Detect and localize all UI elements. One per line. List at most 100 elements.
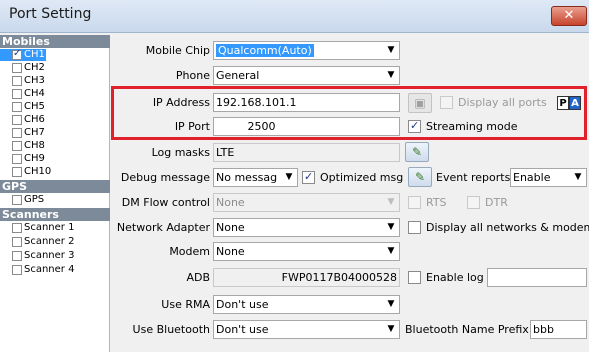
rts-label: RTS (426, 196, 447, 209)
adb-label: ADB (186, 271, 210, 284)
sidebar-item-label: CH7 (24, 127, 45, 138)
rts-checkbox[interactable] (408, 196, 421, 209)
ip-port-label: IP Port (174, 120, 210, 133)
network-adapter-value: None (216, 221, 245, 234)
sidebar-item-ch7[interactable]: CH7 (0, 127, 110, 139)
ip-address-label: IP Address (152, 96, 210, 109)
phone-select[interactable]: General ▼ (213, 66, 400, 85)
ch7-checkbox[interactable] (12, 128, 22, 138)
dm-flow-control-label: DM Flow control (121, 196, 210, 209)
mobile-chip-select[interactable]: Qualcomm(Auto) ▼ (213, 41, 400, 60)
bluetooth-name-prefix-label: Bluetooth Name Prefix (405, 323, 529, 336)
dtr-checkbox[interactable] (467, 196, 480, 209)
chevron-down-icon: ▼ (574, 172, 582, 182)
ch4-checkbox[interactable] (12, 89, 22, 99)
sidebar-item-label: CH5 (24, 101, 45, 112)
use-bluetooth-select[interactable]: Don't use ▼ (213, 320, 400, 339)
display-all-networks-checkbox[interactable] (408, 221, 421, 234)
port-list-sidebar: Mobiles CH1 CH2 CH3 CH4 CH5 CH6 CH7 CH8 … (0, 35, 110, 352)
event-reports-edit-button[interactable]: ✎ (408, 167, 432, 187)
modem-select[interactable]: None ▼ (213, 242, 400, 261)
group-header-mobiles: Mobiles (0, 35, 110, 48)
debug-message-label: Debug message (120, 171, 210, 184)
sidebar-item-ch2[interactable]: CH2 (0, 62, 110, 74)
port-mode-badge: PA (557, 96, 581, 110)
sidebar-item-label: CH9 (24, 153, 45, 164)
log-masks-edit-button[interactable]: ✎ (405, 142, 429, 162)
modem-label: Modem (169, 245, 210, 258)
sidebar-item-scanner-2[interactable]: Scanner 2 (0, 236, 110, 248)
sidebar-item-label: Scanner 4 (24, 264, 75, 275)
sidebar-item-label: Scanner 1 (24, 222, 75, 233)
bluetooth-name-prefix-field[interactable]: bbb (530, 320, 587, 339)
enable-log-checkbox[interactable] (408, 271, 421, 284)
mobile-chip-label: Mobile Chip (145, 44, 210, 57)
enable-log-label: Enable log (426, 271, 484, 284)
sidebar-item-label: CH6 (24, 114, 45, 125)
ch5-checkbox[interactable] (12, 102, 22, 112)
gps-checkbox[interactable] (12, 195, 22, 205)
scanner-4-checkbox[interactable] (12, 265, 22, 275)
event-reports-select[interactable]: Enable ▼ (510, 168, 587, 187)
chevron-down-icon: ▼ (285, 172, 293, 182)
sidebar-item-label: CH2 (24, 62, 45, 73)
scanner-2-checkbox[interactable] (12, 237, 22, 247)
sidebar-item-ch9[interactable]: CH9 (0, 153, 110, 165)
sidebar-item-scanner-3[interactable]: Scanner 3 (0, 250, 110, 262)
use-rma-select[interactable]: Don't use ▼ (213, 295, 400, 314)
scanner-3-checkbox[interactable] (12, 251, 22, 261)
ch2-checkbox[interactable] (12, 63, 22, 73)
ch3-checkbox[interactable] (12, 76, 22, 86)
close-button[interactable]: ✕ (551, 6, 587, 26)
badge-a: A (569, 96, 581, 110)
display-all-ports-checkbox[interactable] (440, 96, 453, 109)
sidebar-item-ch4[interactable]: CH4 (0, 88, 110, 100)
sidebar-item-scanner-1[interactable]: Scanner 1 (0, 222, 110, 234)
edit-icon: ✎ (411, 145, 423, 159)
optimized-msg-label: Optimized msg (320, 171, 404, 184)
network-adapter-label: Network Adapter (116, 221, 210, 234)
ch10-checkbox[interactable] (12, 167, 22, 177)
ch6-checkbox[interactable] (12, 115, 22, 125)
sidebar-item-label: CH4 (24, 88, 45, 99)
sidebar-item-ch8[interactable]: CH8 (0, 140, 110, 152)
use-rma-label: Use RMA (161, 298, 210, 311)
streaming-mode-checkbox[interactable] (408, 119, 421, 133)
adb-field[interactable]: FWP0117B04000528 (213, 268, 400, 287)
group-header-scanners: Scanners (0, 208, 110, 221)
log-masks-field[interactable]: LTE (213, 143, 400, 162)
close-icon: ✕ (563, 8, 575, 23)
sidebar-item-gps[interactable]: GPS (0, 194, 110, 206)
sidebar-item-ch3[interactable]: CH3 (0, 75, 110, 87)
enable-log-field[interactable] (487, 268, 587, 287)
sidebar-item-scanner-4[interactable]: Scanner 4 (0, 264, 110, 276)
edit-icon: ✎ (414, 170, 426, 184)
event-reports-label: Event reports (436, 171, 511, 184)
sidebar-item-label: CH10 (24, 166, 52, 177)
sidebar-item-ch1[interactable]: CH1 (0, 48, 46, 61)
network-adapter-select[interactable]: None ▼ (213, 218, 400, 237)
display-all-networks-label: Display all networks & modems (426, 221, 589, 234)
dm-flow-control-select[interactable]: None ▼ (213, 193, 400, 212)
chevron-down-icon: ▼ (387, 222, 395, 232)
streaming-mode-label: Streaming mode (426, 120, 518, 133)
ch8-checkbox[interactable] (12, 141, 22, 151)
debug-message-select[interactable]: No messag ▼ (213, 168, 298, 187)
ip-port-field[interactable]: 2500 (213, 117, 400, 136)
window-title: Port Setting (9, 6, 92, 22)
sidebar-item-ch10[interactable]: CH10 (0, 166, 110, 178)
scanner-1-checkbox[interactable] (12, 223, 22, 233)
use-rma-value: Don't use (216, 298, 269, 311)
ip-ports-button[interactable]: ▣ (408, 93, 432, 113)
event-reports-value: Enable (513, 171, 551, 184)
sidebar-item-ch5[interactable]: CH5 (0, 101, 110, 113)
sidebar-item-label: CH1 (24, 49, 45, 60)
group-header-gps: GPS (0, 180, 110, 193)
ch1-checkbox[interactable] (12, 48, 22, 60)
ch9-checkbox[interactable] (12, 154, 22, 164)
optimized-msg-checkbox[interactable] (302, 170, 315, 184)
chevron-down-icon: ▼ (387, 70, 395, 80)
sidebar-item-ch6[interactable]: CH6 (0, 114, 110, 126)
sidebar-item-label: Scanner 2 (24, 236, 75, 247)
ip-address-field[interactable]: 192.168.101.1 (213, 93, 400, 112)
